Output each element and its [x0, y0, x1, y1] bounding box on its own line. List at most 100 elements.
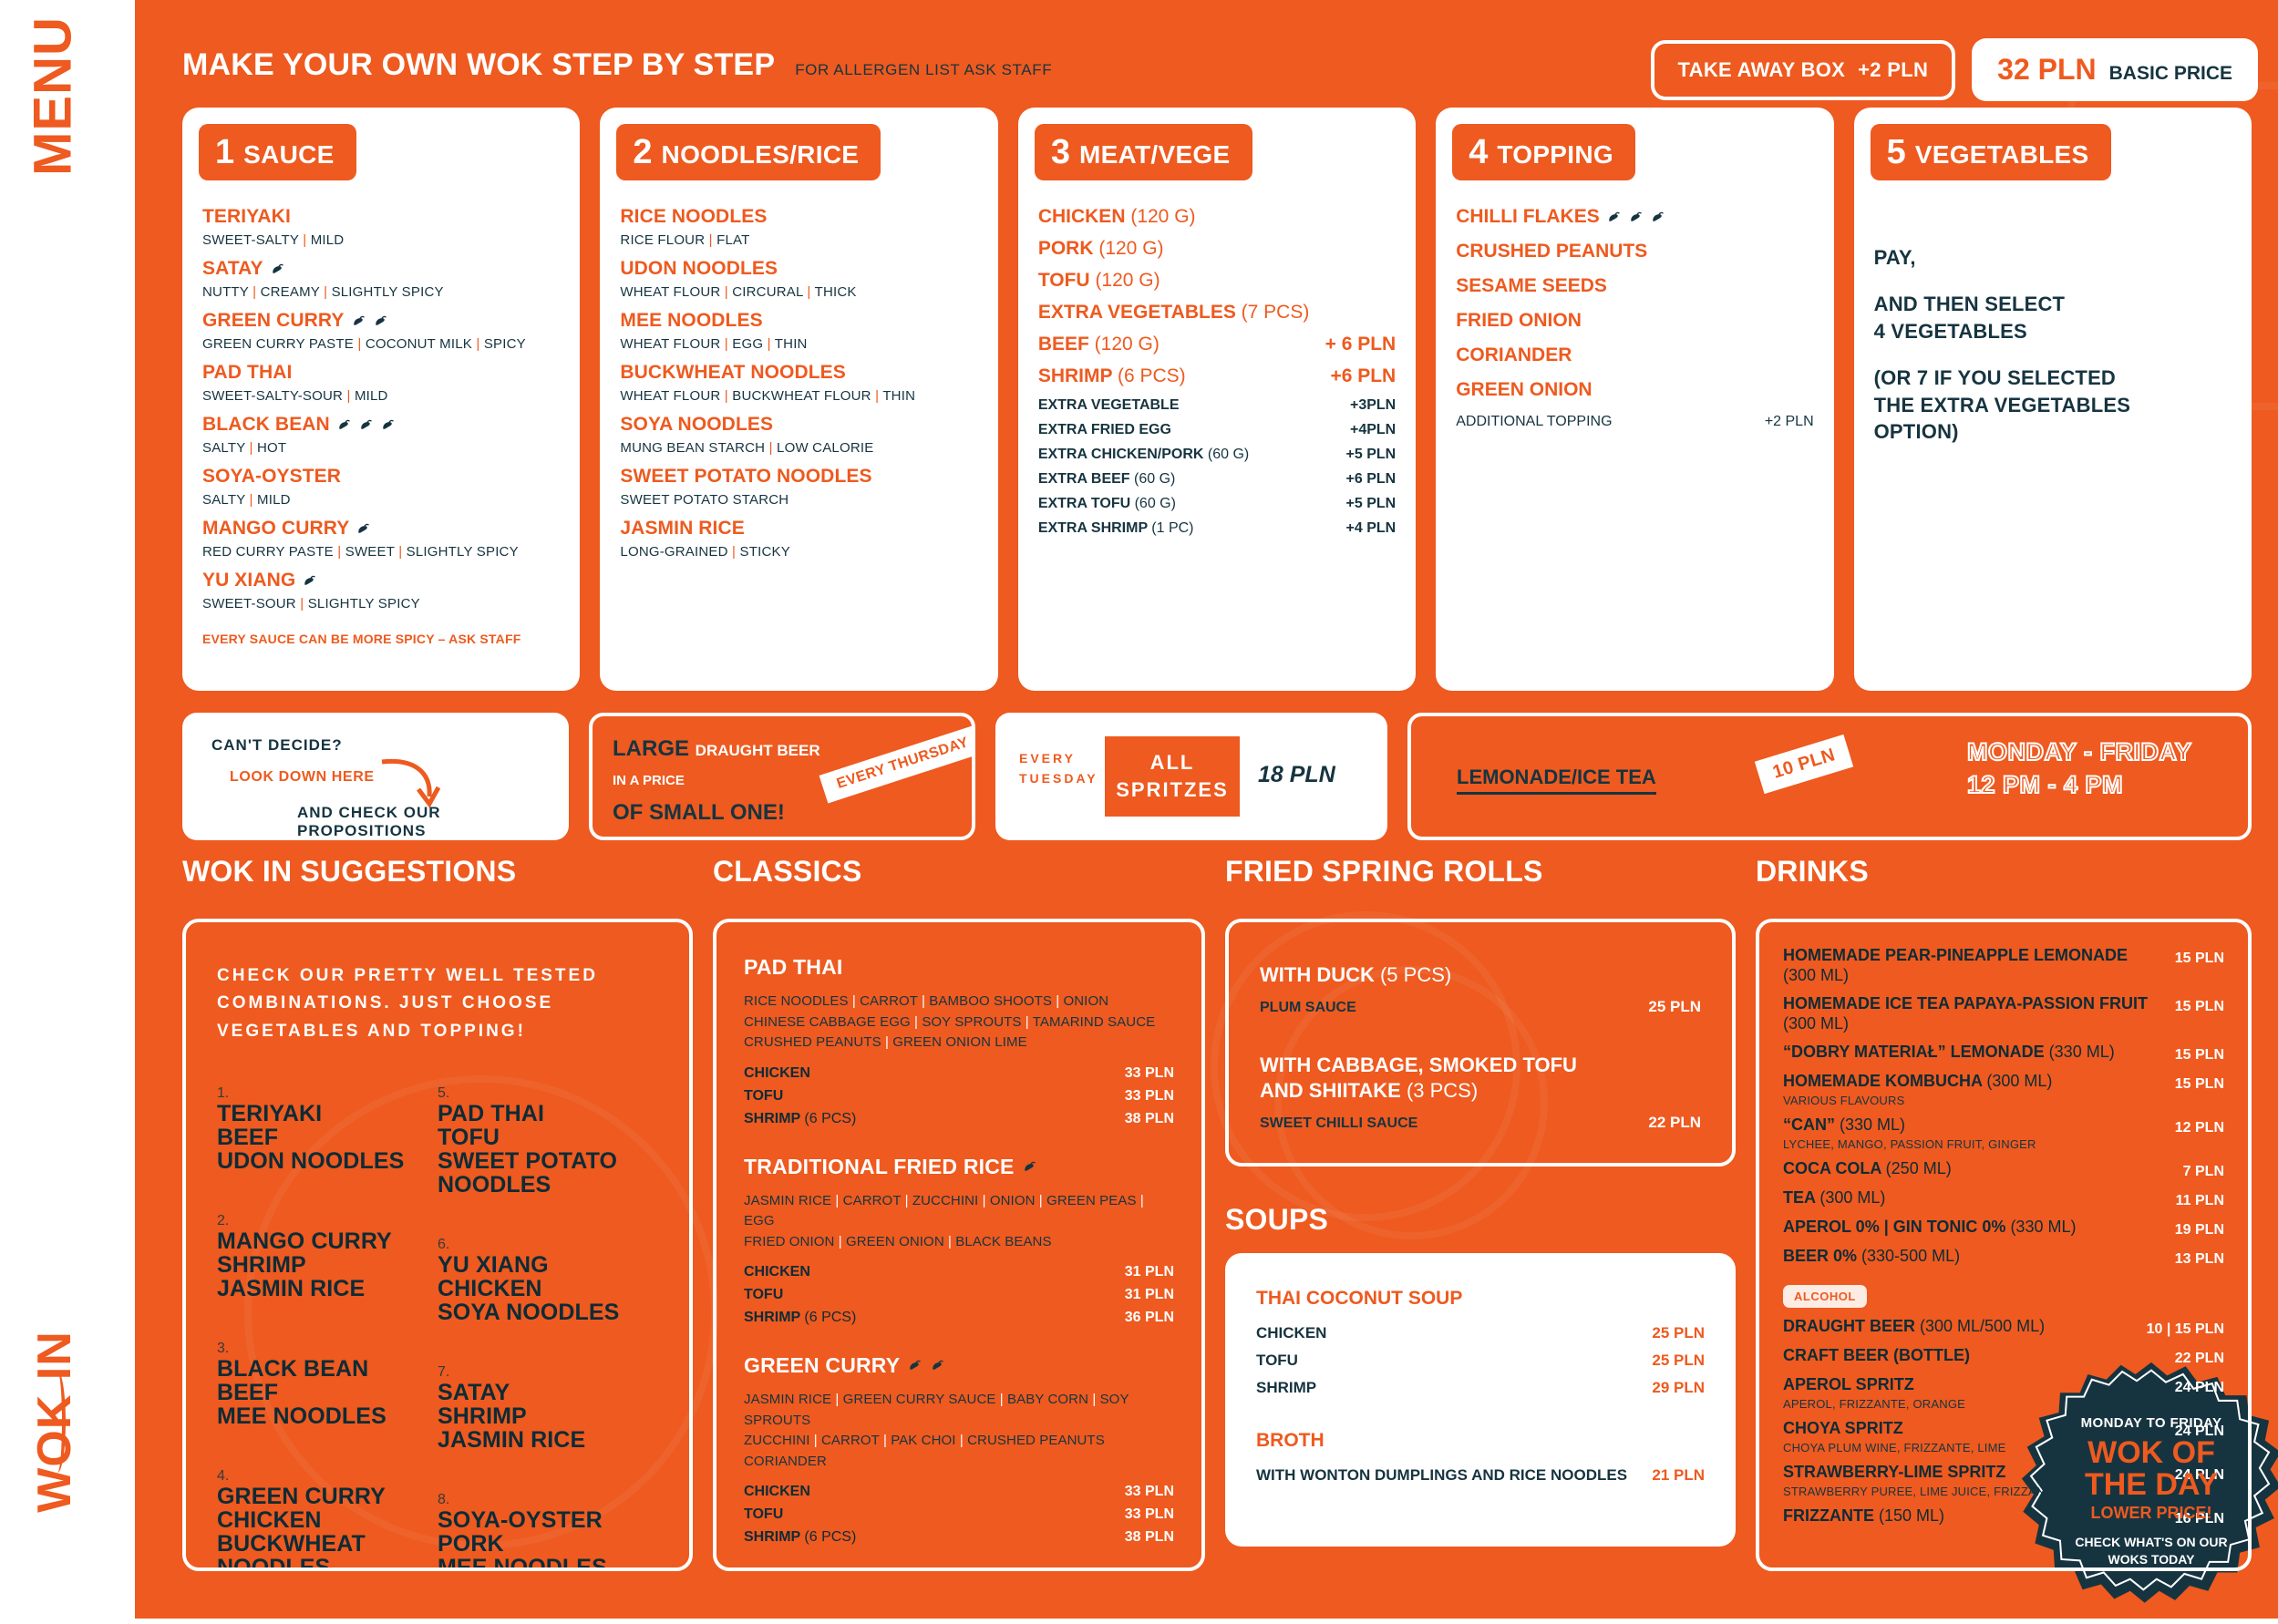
- suggestion-line: BEEF: [217, 1125, 279, 1151]
- list-item: PAD THAI SWEET-SALTY-SOUR | MILD: [202, 362, 560, 404]
- row-label: SHRIMP (6 PCS): [744, 1310, 857, 1325]
- item-desc: SALTY | HOT: [202, 440, 287, 456]
- classics-card: PAD THAI RICE NOODLES | CARROT | BAMBOO S…: [713, 919, 1205, 1571]
- suggestions-column-left: 1. TERIYAKI BEEF UDON NOODLES 2. MANGO CURRY S…: [217, 1085, 438, 1567]
- chili-icon: [1650, 210, 1665, 225]
- drink-price: 22 PLN: [2174, 1350, 2224, 1366]
- dish-ingredients: RICE NOODLES | CARROT | BAMBOO SHOOTS | …: [744, 993, 1156, 1050]
- col-suggestions: CHECK OUR PRETTY WELL TESTED COMBINATION…: [182, 919, 693, 1571]
- spritz-price: 18 PLN: [1258, 762, 1335, 787]
- wok-day-line1: MONDAY TO FRIDAY: [2080, 1414, 2222, 1431]
- drink-desc: LYCHEE, MANGO, PASSION FRUIT, GINGER: [1783, 1136, 2036, 1151]
- cant-decide-title: CAN'T DECIDE?: [211, 736, 343, 754]
- drink-row: CRAFT BEER (BOTTLE) 22 PLN: [1783, 1346, 2224, 1367]
- item-desc: LONG-GRAINED | STICKY: [620, 544, 790, 560]
- list-item: 3. BLACK BEAN BEEF MEE NOODLES: [217, 1341, 438, 1428]
- step-title: SAUCE: [243, 140, 335, 169]
- table-row: SHRIMP (6 PCS) 36 PLN: [744, 1310, 1174, 1326]
- list-item: UDON NOODLES WHEAT FLOUR | CIRCURAL | THI…: [620, 258, 977, 300]
- row-label: SHRIMP: [1256, 1379, 1317, 1396]
- dish-name: GREEN CURRY: [744, 1353, 1174, 1378]
- item-desc: MUNG BEAN STARCH | LOW CALORIE: [620, 440, 874, 456]
- drink-price: 13 PLN: [2174, 1250, 2224, 1267]
- item-name: SATAY: [202, 258, 560, 280]
- table-row: SHRIMP 29 PLN: [1256, 1379, 1705, 1397]
- suggestion-line: TOFU: [438, 1125, 500, 1151]
- chili-icon: [270, 262, 285, 277]
- veg-paragraph: (OR 7 IF YOU SELECTED THE EXTRA VEGETABLE…: [1873, 366, 2131, 444]
- dish-ingredients: JASMIN RICE | GREEN CURRY SAUCE | BABY C…: [744, 1392, 1129, 1469]
- drink-row: “CAN” (330 ML) LYCHEE, MANGO, PASSION FRU…: [1783, 1115, 2224, 1151]
- row-price: 31 PLN: [1124, 1287, 1174, 1302]
- table-row: TOFU 25 PLN: [1256, 1352, 1705, 1370]
- drink-desc: APEROL, FRIZZANTE, ORANGE: [1783, 1396, 1966, 1411]
- row-price: +6 PLN: [1345, 471, 1397, 487]
- suggestion-line: SOYA NOODLES: [438, 1300, 620, 1326]
- drink-row: TEA (300 ML) 11 PLN: [1783, 1188, 2224, 1209]
- lemonade-label: LEMONADE/ICE TEA: [1457, 766, 1656, 795]
- promo-spritz: EVERY TUESDAY ALL SPRITZES 18 PLN: [995, 713, 1387, 840]
- drink-name: “CAN” (330 ML): [1783, 1115, 1906, 1134]
- table-row: PORK (120 G): [1038, 238, 1396, 260]
- suggestion-line: JASMIN RICE: [217, 1276, 366, 1302]
- suggestion-number: 8.: [438, 1492, 450, 1508]
- step-title: NOODLES/RICE: [661, 140, 860, 169]
- dish: PAD THAI RICE NOODLES | CARROT | BAMBOO S…: [744, 955, 1174, 1127]
- dish-ingredients: JASMIN RICE | CARROT | ZUCCHINI | ONION …: [744, 1192, 1144, 1249]
- beer-line3: OF SMALL ONE!: [613, 800, 785, 825]
- row-label: EXTRA BEEF (60 G): [1037, 471, 1176, 487]
- suggestion-number: 1.: [217, 1085, 230, 1102]
- table-row: SHRIMP (6 PCS) 38 PLN: [744, 1111, 1174, 1127]
- lemonade-hours: MONDAY - FRIDAY 12 PM - 4 PM: [1966, 737, 2192, 799]
- soup-heading: BROTH: [1256, 1430, 1325, 1451]
- lemonade-price-ribbon: 10 PLN: [1754, 734, 1854, 795]
- suggestion-line: SHRIMP: [438, 1403, 527, 1430]
- item-name: PAD THAI: [202, 362, 293, 383]
- chili-icon: [358, 417, 374, 433]
- table-row: EXTRA VEGETABLE +3PLN: [1038, 397, 1396, 414]
- row-label: CHICKEN: [744, 1484, 810, 1499]
- item-desc: RED CURRY PASTE | SWEET | SLIGHTLY SPICY: [202, 544, 519, 560]
- title-drinks: DRINKS: [1756, 855, 1869, 888]
- row-label: BEEF (120 G): [1037, 334, 1160, 355]
- item-name: YU XIANG: [202, 570, 560, 591]
- row-label: CHICKEN (120 G): [1037, 206, 1196, 227]
- table-row: BEEF (120 G) + 6 PLN: [1038, 334, 1396, 355]
- promo-lemonade: LEMONADE/ICE TEA 10 PLN MONDAY - FRIDAY 1…: [1407, 713, 2252, 840]
- spring-roll-sauce: PLUM SAUCE: [1260, 999, 1356, 1015]
- drink-name: APEROL 0% | GIN TONIC 0% (330 ML): [1783, 1217, 2077, 1236]
- row-price: + 6 PLN: [1325, 334, 1397, 355]
- drink-row: HOMEMADE KOMBUCHA (300 ML) VARIOUS FLAVOU…: [1783, 1072, 2224, 1107]
- step-card-vegetables: 5 VEGETABLES PAY, AND THEN SELECT 4 VEGETA…: [1853, 108, 2252, 691]
- table-row: EXTRA VEGETABLES (7 PCS): [1038, 302, 1396, 324]
- list-item: JASMIN RICE LONG-GRAINED | STICKY: [620, 518, 977, 560]
- soup-heading: THAI COCONUT SOUP: [1256, 1288, 1463, 1309]
- item-desc: SWEET-SALTY-SOUR | MILD: [202, 388, 388, 404]
- list-item: SOYA-OYSTER SALTY | MILD: [202, 466, 560, 508]
- table-row: TOFU 31 PLN: [744, 1287, 1174, 1303]
- list-item: TERIYAKI SWEET-SALTY | MILD: [202, 206, 560, 248]
- row-price: +6 PLN: [1330, 365, 1397, 386]
- soups-list: THAI COCONUT SOUP CHICKEN 25 PLN TOFU 25 PLN…: [1256, 1288, 1705, 1485]
- dish-name: PAD THAI: [744, 955, 843, 979]
- suggestions-intro: CHECK OUR PRETTY WELL TESTED COMBINATION…: [217, 966, 598, 1041]
- suggestion-line: SOYA-OYSTER: [438, 1507, 603, 1534]
- wok-day-lower-price: LOWER PRICE!: [2090, 1504, 2212, 1523]
- row-price: 33 PLN: [1124, 1484, 1174, 1499]
- row-price: 33 PLN: [1124, 1087, 1174, 1104]
- list-item: 8. SOYA-OYSTER PORK MEE NOODLES: [438, 1492, 658, 1567]
- wok-day-title: WOK OF THE DAY: [2084, 1434, 2219, 1502]
- item-name: BLACK BEAN: [202, 414, 560, 436]
- beer-line1: LARGE DRAUGHT BEER: [613, 736, 820, 761]
- step-badge-1: 1 SAUCE: [199, 124, 356, 180]
- drink-row: COCA COLA (250 ML) 7 PLN: [1783, 1159, 2224, 1180]
- list-item: SOYA NOODLES MUNG BEAN STARCH | LOW CALOR…: [620, 414, 977, 456]
- row-label: EXTRA TOFU (60 G): [1037, 496, 1176, 511]
- drink-name: COCA COLA (250 ML): [1783, 1158, 1952, 1177]
- col-spring-rolls-soups: WITH DUCK (5 PCS) PLUM SAUCE 25 PLN WITH CA…: [1225, 919, 1736, 1571]
- drink-row: HOMEMADE PEAR-PINEAPPLE LEMONADE (300 ML…: [1783, 946, 2224, 986]
- table-row: CHICKEN 25 PLN: [1256, 1324, 1705, 1342]
- check-propositions: AND CHECK OUR PROPOSITIONS: [297, 804, 441, 839]
- row-label: SHRIMP (6 PCS): [1037, 365, 1186, 386]
- drink-name: HOMEMADE KOMBUCHA (300 ML): [1783, 1071, 2053, 1090]
